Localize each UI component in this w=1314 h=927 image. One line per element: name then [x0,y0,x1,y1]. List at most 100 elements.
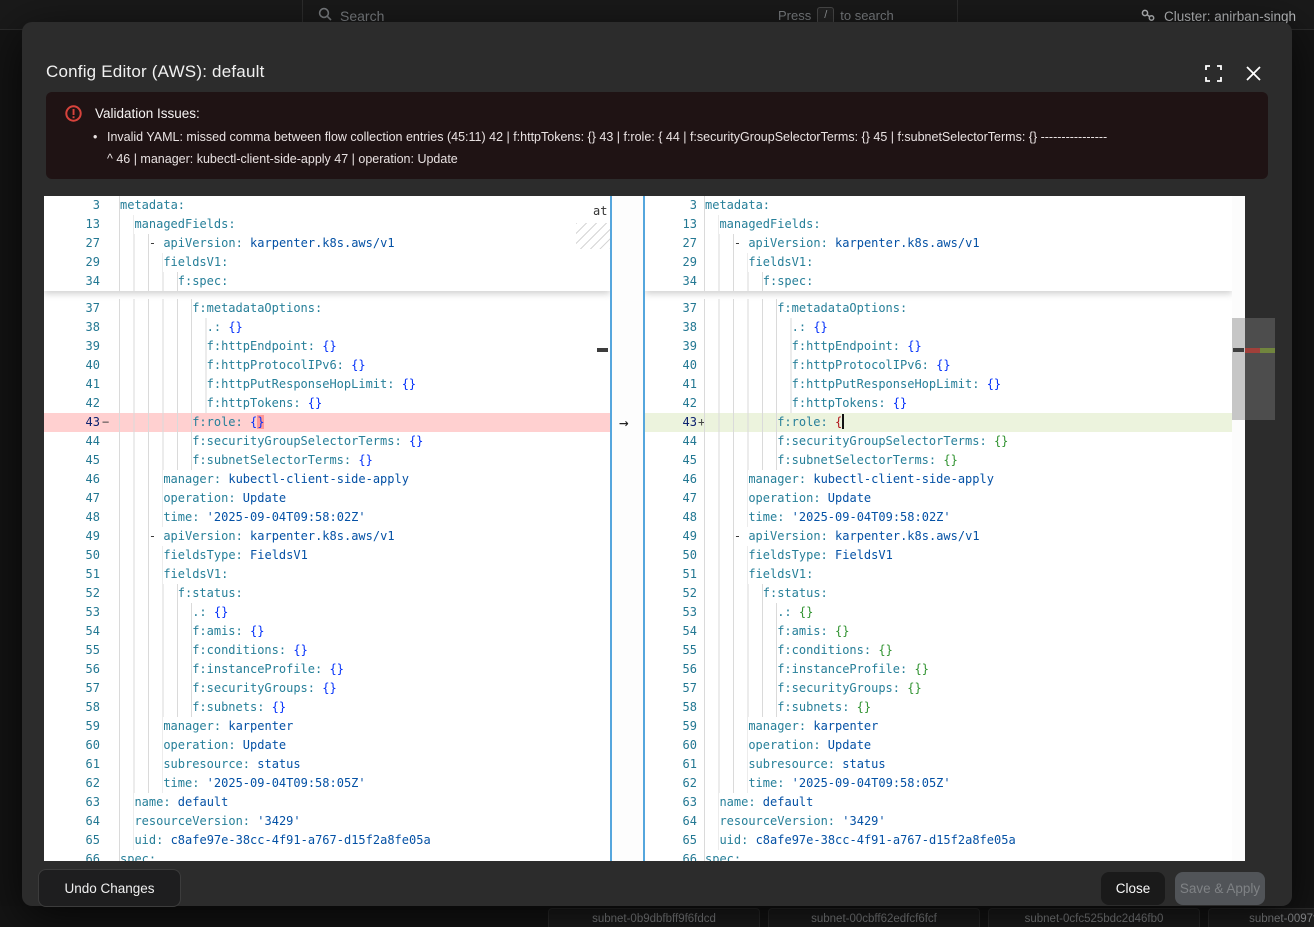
line-number: 61 [44,755,100,774]
revert-change-arrow[interactable]: → [619,413,629,432]
line-number: 50 [44,546,100,565]
code-line[interactable]: 3metadata: [44,196,610,215]
undo-changes-button[interactable]: Undo Changes [38,869,181,907]
code-line[interactable]: 58f:subnets: {} [645,698,1232,717]
code-line[interactable]: 13managedFields: [44,215,610,234]
error-circle-icon [65,105,82,127]
line-number: 51 [44,565,100,584]
line-number: 51 [645,565,697,584]
code-line[interactable]: 62time: '2025-09-04T09:58:05Z' [645,774,1232,793]
diff-editor-sash[interactable]: → [610,196,645,861]
code-line[interactable]: 62time: '2025-09-04T09:58:05Z' [44,774,610,793]
code-line[interactable]: 37f:metadataOptions: [44,299,610,318]
code-line[interactable]: 59manager: karpenter [44,717,610,736]
code-line[interactable]: 46manager: kubectl-client-side-apply [645,470,1232,489]
code-line[interactable]: 40f:httpProtocolIPv6: {} [44,356,610,375]
code-line[interactable]: 52f:status: [44,584,610,603]
code-line[interactable]: 59manager: karpenter [645,717,1232,736]
code-line[interactable]: 34f:spec: [44,272,610,291]
code-line[interactable]: 43+f:role: { [645,413,1232,432]
code-line[interactable]: 66spec: [645,850,1232,861]
original-editor-pane[interactable]: 37f:metadataOptions:38.: {}39f:httpEndpo… [44,196,610,861]
code-line[interactable]: 58f:subnets: {} [44,698,610,717]
line-number: 42 [44,394,100,413]
code-line[interactable]: 45f:subnetSelectorTerms: {} [44,451,610,470]
modified-editor-pane[interactable]: 37f:metadataOptions:38.: {}39f:httpEndpo… [645,196,1232,861]
code-line[interactable]: 60operation: Update [44,736,610,755]
code-line[interactable]: 63name: default [44,793,610,812]
code-line[interactable]: 53.: {} [645,603,1232,622]
sticky-scroll-header: 3metadata:13managedFields:27- apiVersion… [44,196,610,291]
close-button[interactable]: Close [1101,872,1165,905]
line-number: 41 [645,375,697,394]
code-line[interactable]: 29fieldsV1: [44,253,610,272]
code-line[interactable]: 45f:subnetSelectorTerms: {} [645,451,1232,470]
code-line[interactable]: 56f:instanceProfile: {} [645,660,1232,679]
code-line[interactable]: 64resourceVersion: '3429' [44,812,610,831]
press-label: Press [778,8,811,23]
code-line[interactable]: 38.: {} [645,318,1232,337]
code-line[interactable]: 55f:conditions: {} [645,641,1232,660]
code-line[interactable]: 65uid: c8afe97e-38cc-4f91-a767-d15f2a8fe… [645,831,1232,850]
diff-overview-ruler[interactable] [1245,196,1275,861]
code-line[interactable]: 56f:instanceProfile: {} [44,660,610,679]
code-line[interactable]: 60operation: Update [645,736,1232,755]
code-line[interactable]: 51fieldsV1: [645,565,1232,584]
line-number: 46 [44,470,100,489]
code-line[interactable]: 50fieldsType: FieldsV1 [645,546,1232,565]
code-line[interactable]: 48time: '2025-09-04T09:58:02Z' [44,508,610,527]
code-line[interactable]: 27- apiVersion: karpenter.k8s.aws/v1 [44,234,610,253]
added-marker [1260,348,1275,353]
code-line[interactable]: 38.: {} [44,318,610,337]
code-line[interactable]: 13managedFields: [645,215,1232,234]
code-line[interactable]: 39f:httpEndpoint: {} [44,337,610,356]
code-line[interactable]: 61subresource: status [645,755,1232,774]
code-line[interactable]: 29fieldsV1: [645,253,1232,272]
code-line[interactable]: 54f:amis: {} [44,622,610,641]
code-line[interactable]: 49- apiVersion: karpenter.k8s.aws/v1 [44,527,610,546]
code-line[interactable]: 42f:httpTokens: {} [645,394,1232,413]
code-line[interactable]: 43−f:role: {} [44,413,610,432]
scrollbar-slider[interactable] [1232,318,1245,420]
code-line[interactable]: 40f:httpProtocolIPv6: {} [645,356,1232,375]
code-line[interactable]: 48time: '2025-09-04T09:58:02Z' [645,508,1232,527]
line-number: 34 [645,272,697,291]
vertical-scrollbar[interactable] [1232,196,1245,861]
code-line[interactable]: 49- apiVersion: karpenter.k8s.aws/v1 [645,527,1232,546]
code-line[interactable]: 42f:httpTokens: {} [44,394,610,413]
diagonal-hatch-decoration [576,223,610,249]
line-number: 64 [44,812,100,831]
code-line[interactable]: 41f:httpPutResponseHopLimit: {} [645,375,1232,394]
close-icon[interactable] [1245,65,1265,85]
code-line[interactable]: 47operation: Update [44,489,610,508]
code-line[interactable]: 64resourceVersion: '3429' [645,812,1232,831]
code-line[interactable]: 57f:securityGroups: {} [645,679,1232,698]
line-number: 3 [44,196,100,215]
code-line[interactable]: 61subresource: status [44,755,610,774]
background-table-row: subnet-0b9dbfbff9f6fdcd subnet-00cbff62e… [0,906,1314,927]
code-line[interactable]: 27- apiVersion: karpenter.k8s.aws/v1 [645,234,1232,253]
code-line[interactable]: 53.: {} [44,603,610,622]
code-line[interactable]: 51fieldsV1: [44,565,610,584]
code-line[interactable]: 66spec: [44,850,610,861]
code-line[interactable]: 50fieldsType: FieldsV1 [44,546,610,565]
fullscreen-button[interactable] [1205,65,1225,85]
code-line[interactable]: 65uid: c8afe97e-38cc-4f91-a767-d15f2a8fe… [44,831,610,850]
code-line[interactable]: 55f:conditions: {} [44,641,610,660]
line-number: 34 [44,272,100,291]
code-line[interactable]: 3metadata: [645,196,1232,215]
code-line[interactable]: 44f:securityGroupSelectorTerms: {} [44,432,610,451]
code-line[interactable]: 46manager: kubectl-client-side-apply [44,470,610,489]
code-line[interactable]: 34f:spec: [645,272,1232,291]
code-line[interactable]: 57f:securityGroups: {} [44,679,610,698]
code-line[interactable]: 37f:metadataOptions: [645,299,1232,318]
save-apply-button[interactable]: Save & Apply [1175,872,1265,905]
code-line[interactable]: 54f:amis: {} [645,622,1232,641]
code-line[interactable]: 63name: default [645,793,1232,812]
code-line[interactable]: 39f:httpEndpoint: {} [645,337,1232,356]
code-line[interactable]: 44f:securityGroupSelectorTerms: {} [645,432,1232,451]
line-number: 45 [645,451,697,470]
code-line[interactable]: 52f:status: [645,584,1232,603]
code-line[interactable]: 41f:httpPutResponseHopLimit: {} [44,375,610,394]
code-line[interactable]: 47operation: Update [645,489,1232,508]
